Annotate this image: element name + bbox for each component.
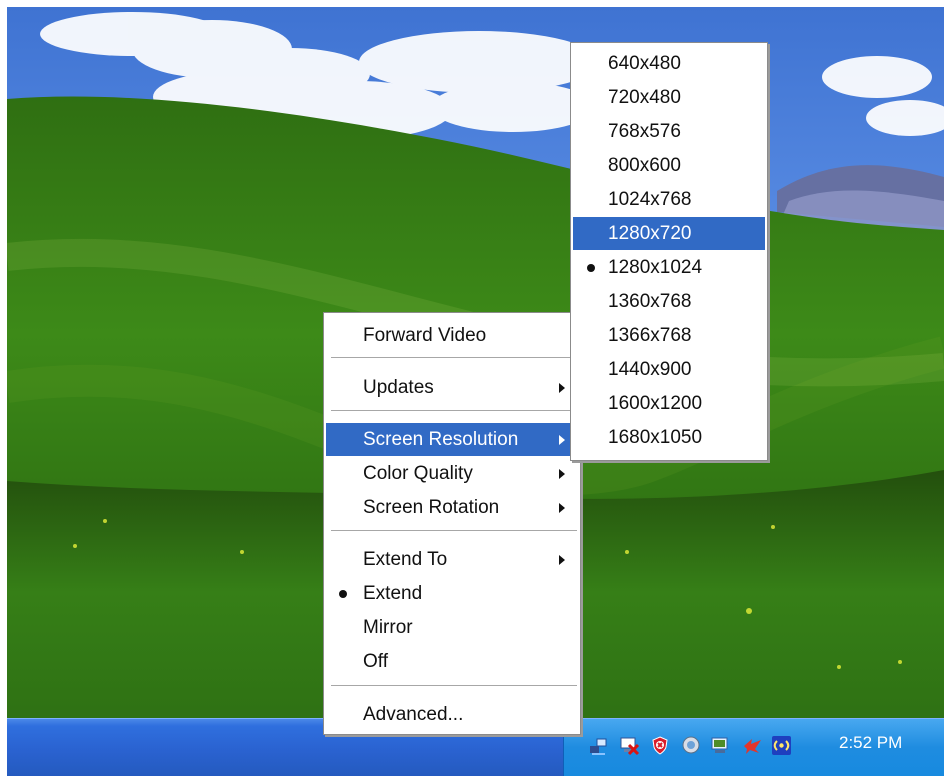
resolution-label: 640x480 — [608, 53, 681, 74]
resolution-submenu: 640x480 720x480 768x576 800x600 1024x768… — [570, 42, 768, 461]
menu-item-off[interactable]: Off — [326, 645, 578, 678]
system-tray: 2:52 PM — [563, 719, 944, 776]
taskbar-clock[interactable]: 2:52 PM — [839, 733, 902, 753]
menu-label-off: Off — [363, 651, 388, 672]
resolution-option-1680x1050[interactable]: 1680x1050 — [573, 421, 765, 454]
submenu-arrow-icon — [559, 469, 565, 479]
resolution-label: 1280x720 — [608, 223, 692, 244]
menu-label-color-quality: Color Quality — [363, 463, 473, 484]
menu-separator — [331, 685, 577, 687]
menu-separator — [331, 357, 577, 359]
wireless-icon[interactable] — [771, 735, 792, 756]
menu-item-updates[interactable]: Updates — [326, 371, 578, 404]
resolution-label: 1600x1200 — [608, 393, 703, 414]
resolution-label: 1680x1050 — [608, 427, 703, 448]
menu-separator — [331, 530, 577, 532]
resolution-option-1280x1024[interactable]: 1280x1024 — [573, 251, 765, 284]
resolution-option-1280x720[interactable]: 1280x720 — [573, 217, 765, 250]
submenu-arrow-icon — [559, 503, 565, 513]
menu-item-color-quality[interactable]: Color Quality — [326, 457, 578, 490]
resolution-option-1366x768[interactable]: 1366x768 — [573, 319, 765, 352]
menu-item-extend-to[interactable]: Extend To — [326, 543, 578, 576]
resolution-option-1440x900[interactable]: 1440x900 — [573, 353, 765, 386]
menu-label-extend-to: Extend To — [363, 549, 448, 570]
menu-label-updates: Updates — [363, 377, 434, 398]
menu-separator — [331, 410, 577, 412]
selected-bullet-icon — [587, 264, 595, 272]
menu-label-screen-rotation: Screen Rotation — [363, 497, 500, 518]
screen: 2:52 PM Forward Video Updates Screen Res… — [7, 7, 944, 776]
resolution-option-1600x1200[interactable]: 1600x1200 — [573, 387, 765, 420]
menu-item-forward-video[interactable]: Forward Video — [326, 319, 578, 352]
network-icon[interactable] — [589, 735, 610, 756]
resolution-label: 768x576 — [608, 121, 681, 142]
menu-item-screen-resolution[interactable]: Screen Resolution — [326, 423, 578, 456]
submenu-arrow-icon — [559, 383, 565, 393]
submenu-arrow-icon — [559, 555, 565, 565]
resolution-label: 800x600 — [608, 155, 681, 176]
display-context-menu: Forward Video Updates Screen Resolution … — [323, 312, 581, 735]
red-bird-icon[interactable] — [742, 735, 763, 756]
menu-item-advanced[interactable]: Advanced... — [326, 698, 578, 731]
resolution-label: 1360x768 — [608, 291, 692, 312]
resolution-label: 1024x768 — [608, 189, 692, 210]
menu-label-mirror: Mirror — [363, 617, 413, 638]
security-shield-icon[interactable] — [650, 735, 671, 756]
resolution-option-1360x768[interactable]: 1360x768 — [573, 285, 765, 318]
resolution-option-800x600[interactable]: 800x600 — [573, 149, 765, 182]
menu-item-mirror[interactable]: Mirror — [326, 611, 578, 644]
resolution-label: 1280x1024 — [608, 257, 703, 278]
display-icon[interactable] — [619, 735, 640, 756]
submenu-arrow-icon — [559, 435, 565, 445]
resolution-option-720x480[interactable]: 720x480 — [573, 81, 765, 114]
resolution-option-1024x768[interactable]: 1024x768 — [573, 183, 765, 216]
menu-label-forward-video: Forward Video — [363, 325, 487, 346]
selected-bullet-icon — [339, 590, 347, 598]
menu-label-advanced: Advanced... — [363, 704, 464, 725]
menu-label-screen-resolution: Screen Resolution — [363, 429, 519, 450]
resolution-option-640x480[interactable]: 640x480 — [573, 47, 765, 80]
speaker-icon[interactable] — [681, 735, 702, 756]
resolution-label: 1440x900 — [608, 359, 692, 380]
resolution-option-768x576[interactable]: 768x576 — [573, 115, 765, 148]
menu-label-extend: Extend — [363, 583, 423, 604]
resolution-label: 1366x768 — [608, 325, 692, 346]
monitor-icon[interactable] — [710, 735, 731, 756]
menu-item-screen-rotation[interactable]: Screen Rotation — [326, 491, 578, 524]
menu-item-extend[interactable]: Extend — [326, 577, 578, 610]
resolution-label: 720x480 — [608, 87, 681, 108]
